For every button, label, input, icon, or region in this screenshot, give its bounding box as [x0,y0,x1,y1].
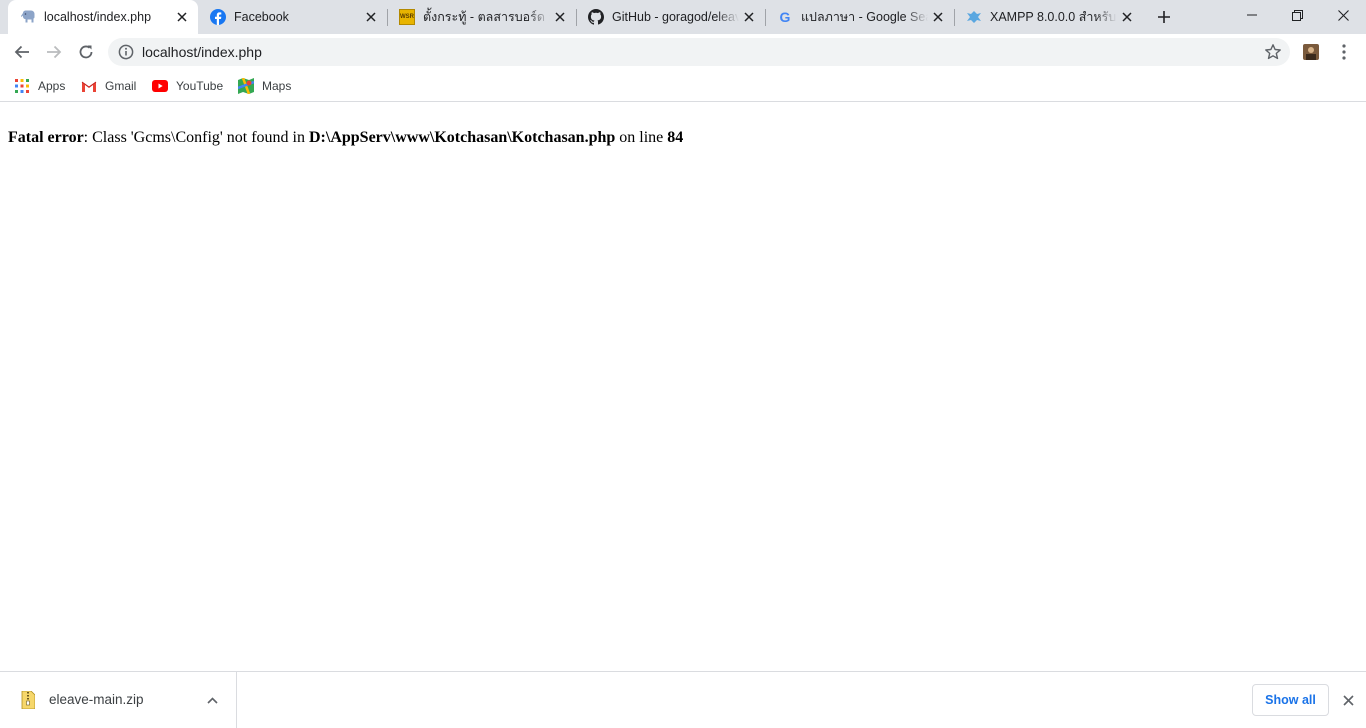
plus-icon [1158,11,1170,23]
minimize-icon [1247,14,1257,16]
tab-close-icon[interactable] [928,7,948,27]
bookmark-label: Apps [38,79,66,93]
arrow-right-icon [47,45,62,59]
tab-title: localhost/index.php [44,10,152,24]
bookmark-label: Maps [262,79,292,93]
github-icon [588,9,604,25]
bookmark-apps[interactable]: Apps [14,76,65,96]
close-icon [1337,9,1349,21]
restore-icon [1291,9,1303,21]
chevron-up-icon [206,696,218,704]
bookmark-youtube[interactable]: YouTube [152,76,223,96]
bookmarks-bar: Apps Gmail YouTube Maps [0,70,1366,102]
tab-github[interactable]: GitHub - goragod/eleave [576,0,765,34]
error-file-path: D:\AppServ\www\Kotchasan\Kotchasan.php [309,129,616,146]
elephant-icon [20,9,36,25]
wsr-icon: WSR [399,9,415,25]
omnibox[interactable]: localhost/index.php [108,38,1290,66]
tab-close-icon[interactable] [1117,7,1137,27]
window-close-button[interactable] [1320,0,1366,30]
xampp-icon [966,9,982,25]
error-text: : Class 'Gcms\Config' not found in [83,129,309,146]
browser-toolbar: localhost/index.php [0,34,1366,70]
chrome-menu-button[interactable] [1334,42,1354,62]
new-tab-button[interactable] [1152,5,1176,29]
download-file-name: eleave-main.zip [49,692,144,707]
google-icon: G [779,9,791,25]
reload-icon [79,45,93,59]
bookmark-label: YouTube [176,79,224,93]
gmail-icon [81,78,97,94]
close-icon [1342,694,1354,706]
error-text-line: on line [615,129,668,146]
bookmark-label: Gmail [105,79,137,93]
forward-button[interactable] [39,37,69,67]
avatar-icon [1303,44,1319,60]
tab-close-icon[interactable] [172,7,192,27]
facebook-icon [210,9,226,25]
apps-grid-icon [14,78,30,94]
bookmark-maps[interactable]: Maps [238,76,291,96]
tab-title: Facebook [234,10,289,24]
tab-facebook[interactable]: Facebook [198,0,387,34]
bookmark-gmail[interactable]: Gmail [81,76,136,96]
zip-file-icon [21,691,35,709]
star-icon[interactable] [1264,43,1282,61]
restore-button[interactable] [1274,0,1320,30]
arrow-left-icon [14,45,29,59]
error-line-number: 84 [667,129,684,146]
close-download-shelf-button[interactable] [1338,690,1358,710]
kebab-menu-icon [1342,44,1346,60]
show-all-downloads-button[interactable]: Show all [1252,684,1329,716]
tab-close-icon[interactable] [739,7,759,27]
download-shelf: eleave-main.zip Show all [0,671,1366,728]
download-options-button[interactable] [202,690,222,710]
tab-localhost[interactable]: localhost/index.php [8,0,198,34]
profile-avatar[interactable] [1303,44,1319,60]
url-text[interactable]: localhost/index.php [142,38,262,66]
tab-google-search[interactable]: G แปลภาษา - Google Search [765,0,954,34]
download-item[interactable]: eleave-main.zip [0,672,237,728]
tab-xampp[interactable]: XAMPP 8.0.0.0 สำหรับ Windows [954,0,1143,34]
back-button[interactable] [7,37,37,67]
php-fatal-error-message: Fatal error: Class 'Gcms\Config' not fou… [8,129,683,147]
tab-title: แปลภาษา - Google Search [801,10,928,24]
tab-close-icon[interactable] [550,7,570,27]
minimize-button[interactable] [1229,0,1275,30]
info-icon[interactable] [118,44,134,60]
tab-title: XAMPP 8.0.0.0 สำหรับ Windows [990,10,1117,24]
page-content: Fatal error: Class 'Gcms\Config' not fou… [0,103,1366,671]
reload-button[interactable] [71,37,101,67]
tab-title: ตั้งกระทู้ - ตลสารบอร์ด สำหรับ [423,10,550,24]
tab-strip: localhost/index.php Facebook WSR ตั้งกระ… [0,0,1366,34]
error-label: Fatal error [8,129,84,146]
maps-icon [238,78,254,94]
tab-close-icon[interactable] [361,7,381,27]
tab-title: GitHub - goragod/eleave [612,10,739,24]
youtube-icon [152,78,168,94]
tab-wsr[interactable]: WSR ตั้งกระทู้ - ตลสารบอร์ด สำหรับ [387,0,576,34]
